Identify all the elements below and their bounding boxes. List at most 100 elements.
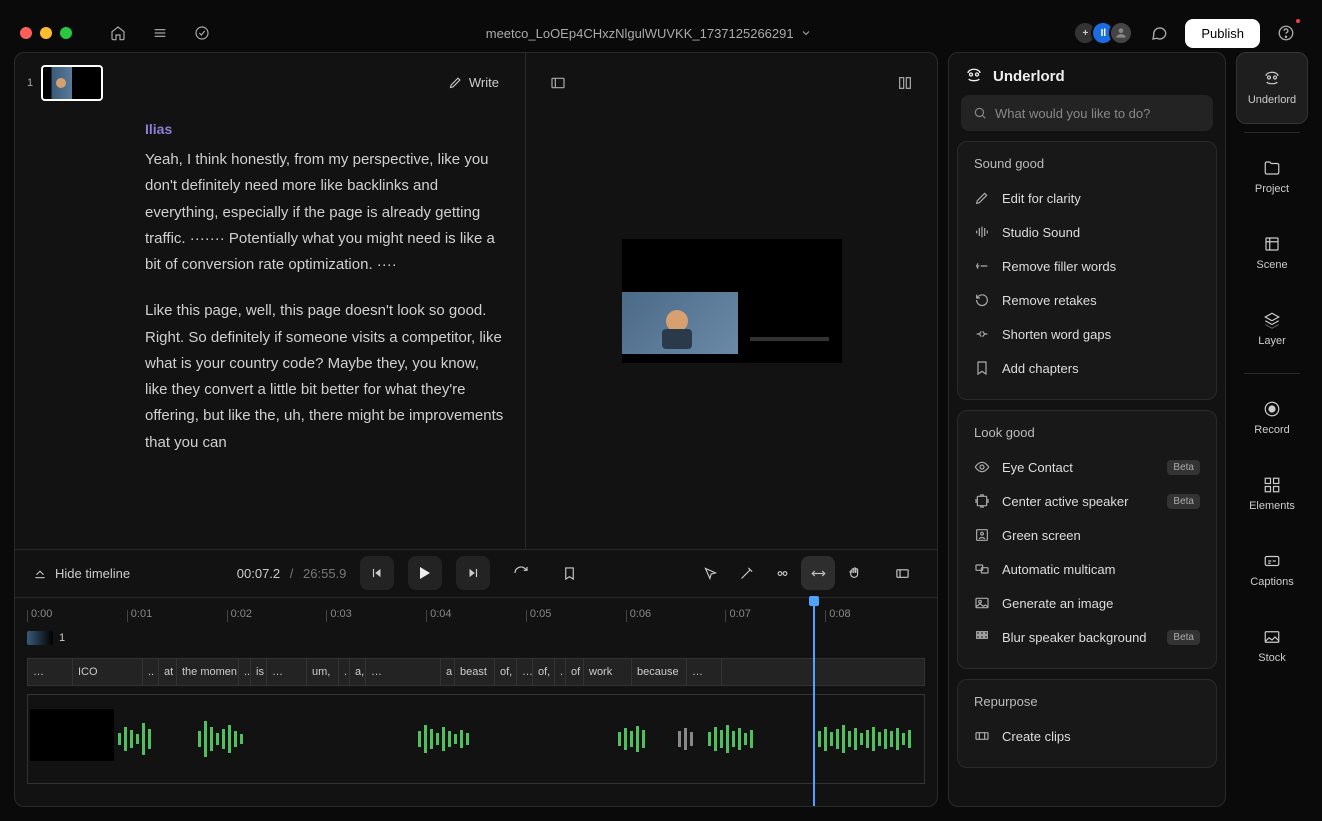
minimize-window-icon[interactable]	[40, 27, 52, 39]
action-item[interactable]: Shorten word gaps	[958, 317, 1216, 351]
rail-item-layer[interactable]: Layer	[1236, 293, 1308, 365]
rail-item-stock[interactable]: Stock	[1236, 610, 1308, 682]
studio-icon	[974, 224, 990, 240]
word-cell[interactable]: .	[555, 659, 566, 685]
transcript-paragraph[interactable]: Yeah, I think honestly, from my perspect…	[145, 147, 505, 278]
collaborator-avatars[interactable]: + Il	[1079, 21, 1133, 45]
layout-button[interactable]	[889, 67, 921, 99]
avatar[interactable]	[1109, 21, 1133, 45]
word-cell[interactable]: at	[159, 659, 177, 685]
word-cell[interactable]: ICO	[73, 659, 143, 685]
action-item[interactable]: Add chapters	[958, 351, 1216, 385]
action-item[interactable]: Center active speakerBeta	[958, 484, 1216, 518]
project-title-dropdown[interactable]: meetco_LoOEp4CHxzNlgulWUVKK_173712526629…	[228, 26, 1069, 41]
selection-tool-button[interactable]	[693, 556, 727, 590]
word-cell[interactable]: of,	[495, 659, 517, 685]
word-cell[interactable]: of,	[533, 659, 555, 685]
play-button[interactable]	[408, 556, 442, 590]
action-item[interactable]: Generate an image	[958, 586, 1216, 620]
word-cell[interactable]: a	[441, 659, 455, 685]
fullscreen-window-icon[interactable]	[60, 27, 72, 39]
total-duration: 26:55.9	[303, 566, 346, 581]
action-item[interactable]: Green screen	[958, 518, 1216, 552]
word-cell[interactable]: …	[687, 659, 722, 685]
speaker-name[interactable]: Ilias	[145, 121, 505, 137]
write-button[interactable]: Write	[438, 69, 509, 96]
word-cell[interactable]: beast	[455, 659, 495, 685]
word-cell[interactable]: of	[566, 659, 584, 685]
skip-forward-button[interactable]	[456, 556, 490, 590]
rail-item-elements[interactable]: Elements	[1236, 458, 1308, 530]
rail-item-record[interactable]: Record	[1236, 382, 1308, 454]
help-button[interactable]	[1270, 17, 1302, 49]
action-item[interactable]: Blur speaker backgroundBeta	[958, 620, 1216, 654]
rail-item-underlord[interactable]: Underlord	[1236, 52, 1308, 124]
word-cell[interactable]: ..	[239, 659, 251, 685]
video-preview[interactable]	[622, 239, 842, 363]
playhead[interactable]	[813, 598, 815, 806]
time-ruler[interactable]: 0:000:010:020:030:040:050:060:070:08	[27, 606, 925, 626]
sync-status-icon[interactable]	[186, 17, 218, 49]
loop-button[interactable]	[504, 556, 538, 590]
fit-timeline-button[interactable]	[885, 556, 919, 590]
bookmark-icon	[974, 360, 990, 376]
hide-timeline-button[interactable]: Hide timeline	[33, 566, 130, 581]
clips-icon	[974, 728, 990, 744]
link-tool-button[interactable]	[765, 556, 799, 590]
transcript-paragraph[interactable]: Like this page, well, this page doesn't …	[145, 298, 505, 456]
traffic-lights[interactable]	[20, 27, 72, 39]
rail-item-captions[interactable]: Captions	[1236, 534, 1308, 606]
action-item[interactable]: Eye ContactBeta	[958, 450, 1216, 484]
audio-track[interactable]	[27, 694, 925, 784]
rail-item-project[interactable]: Project	[1236, 141, 1308, 213]
word-cell[interactable]: ..	[143, 659, 159, 685]
word-cell[interactable]: the momen	[177, 659, 239, 685]
layer-icon	[1263, 311, 1281, 329]
word-cell[interactable]: .	[339, 659, 350, 685]
word-cell[interactable]: …	[517, 659, 533, 685]
word-cell[interactable]: is	[251, 659, 267, 685]
clip-thumbnail-icon[interactable]	[27, 631, 53, 645]
stock-icon	[1263, 628, 1281, 646]
play-icon	[420, 567, 430, 579]
action-item[interactable]: Edit for clarity	[958, 181, 1216, 215]
word-cell[interactable]: because	[632, 659, 687, 685]
comments-button[interactable]	[1143, 17, 1175, 49]
pencil-icon	[448, 75, 463, 90]
timeline-area[interactable]: 0:000:010:020:030:040:050:060:070:08 1 ……	[15, 597, 937, 806]
range-tool-button[interactable]	[801, 556, 835, 590]
action-item[interactable]: Create clips	[958, 719, 1216, 753]
time-display: 00:07.2 / 26:55.9	[237, 566, 347, 581]
rail-item-label: Scene	[1256, 259, 1287, 271]
word-cell[interactable]: work	[584, 659, 632, 685]
record-icon	[1263, 400, 1281, 418]
action-item[interactable]: Remove retakes	[958, 283, 1216, 317]
close-window-icon[interactable]	[20, 27, 32, 39]
video-speaker-frame	[622, 292, 739, 354]
word-cell[interactable]: a,	[350, 659, 366, 685]
bookmark-button[interactable]	[552, 556, 586, 590]
hand-tool-button[interactable]	[837, 556, 871, 590]
word-cell[interactable]: …	[267, 659, 307, 685]
home-button[interactable]	[102, 17, 134, 49]
publish-button[interactable]: Publish	[1185, 19, 1260, 48]
skip-back-button[interactable]	[360, 556, 394, 590]
action-item[interactable]: Studio Sound	[958, 215, 1216, 249]
beta-badge: Beta	[1167, 494, 1200, 509]
action-item[interactable]: Automatic multicam	[958, 552, 1216, 586]
rail-item-scene[interactable]: Scene	[1236, 217, 1308, 289]
menu-button[interactable]	[144, 17, 176, 49]
underlord-search-input[interactable]	[995, 106, 1201, 121]
underlord-search[interactable]	[961, 95, 1213, 131]
word-track[interactable]: …ICO..atthe momen..is…um,.a,…abeastof,…o…	[27, 658, 925, 686]
word-cell[interactable]: um,	[307, 659, 339, 685]
scene-thumbnail[interactable]	[41, 65, 103, 101]
word-cell[interactable]: …	[28, 659, 73, 685]
blade-tool-button[interactable]	[729, 556, 763, 590]
word-cell[interactable]: …	[366, 659, 441, 685]
underlord-action-list[interactable]: Sound goodEdit for clarityStudio SoundRe…	[949, 141, 1225, 806]
rail-item-label: Captions	[1250, 576, 1293, 588]
aspect-ratio-button[interactable]	[542, 67, 574, 99]
action-item[interactable]: Remove filler words	[958, 249, 1216, 283]
action-item-label: Studio Sound	[1002, 225, 1080, 240]
